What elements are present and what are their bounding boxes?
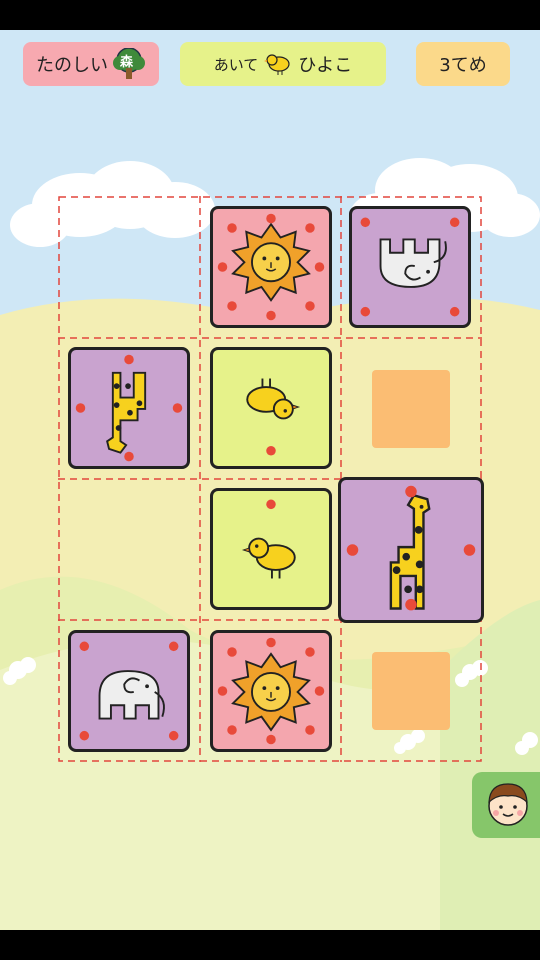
- navigation-bar: [0, 930, 540, 960]
- tree-icon: 森: [112, 47, 146, 80]
- piece-chick[interactable]: [210, 488, 332, 610]
- forest-label: たのしい: [36, 55, 108, 76]
- forest-icon-text: 森: [120, 55, 134, 70]
- opponent-button[interactable]: あいて ひよこ: [180, 42, 386, 86]
- piece-elephant[interactable]: [68, 630, 190, 752]
- player-avatar-button[interactable]: [472, 772, 540, 838]
- status-bar: [0, 0, 540, 30]
- turn-counter: 3てめ: [416, 42, 510, 86]
- move-hint-slot[interactable]: [372, 370, 450, 448]
- piece-lion-player[interactable]: [210, 630, 332, 752]
- forest-button[interactable]: たのしい 森: [23, 42, 159, 86]
- move-hint-slot[interactable]: [372, 652, 450, 730]
- piece-giraffe-selected[interactable]: [338, 477, 484, 623]
- opponent-name: ひよこ: [298, 55, 353, 76]
- piece-giraffe-opponent[interactable]: [68, 347, 190, 469]
- piece-lion[interactable]: [210, 206, 332, 328]
- piece-elephant-opponent[interactable]: [349, 206, 471, 328]
- chick-icon: [264, 52, 292, 76]
- opponent-prefix: あいて: [213, 55, 259, 74]
- piece-chick-opponent[interactable]: [210, 347, 332, 469]
- game-board: [58, 196, 484, 762]
- turn-label: 3てめ: [439, 55, 487, 76]
- boy-face-icon: [488, 783, 528, 826]
